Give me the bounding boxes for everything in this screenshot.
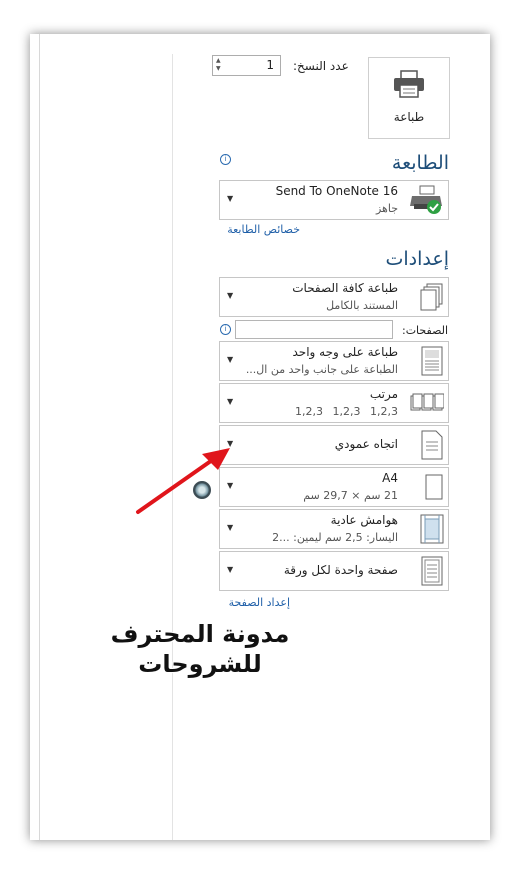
dropdown-arrow-icon: ▼ bbox=[227, 523, 234, 532]
dropdown-arrow-icon: ▼ bbox=[227, 194, 234, 203]
paper-size-subtitle: 21 سم × 29,7 سم bbox=[303, 489, 398, 502]
sides-subtitle: الطباعة على جانب واحد من ال... bbox=[245, 363, 398, 376]
pages-input[interactable] bbox=[235, 320, 393, 339]
pages-icon bbox=[420, 283, 443, 311]
sides-dropdown[interactable]: ▼ طباعة على وجه واحد الطباعة على جانب وا… bbox=[219, 341, 449, 381]
print-what-subtitle: المستند بالكامل bbox=[326, 299, 398, 312]
stepper-arrows-icon[interactable]: ▲ ▼ bbox=[216, 57, 224, 73]
pages-per-sheet-icon bbox=[421, 556, 443, 586]
mouse-cursor-icon bbox=[193, 481, 211, 499]
settings-heading: إعدادات bbox=[385, 248, 450, 270]
print-button-label: طباعة bbox=[393, 110, 425, 124]
collate-title: مرتب bbox=[369, 387, 398, 401]
printer-device-icon bbox=[410, 185, 442, 214]
dropdown-arrow-icon: ▼ bbox=[227, 565, 234, 574]
collate-subtitle: 1,2,3 1,2,3 1,2,3 bbox=[295, 405, 398, 418]
collate-dropdown[interactable]: ▼ مرتب 1,2,3 1,2,3 1,2,3 bbox=[219, 383, 449, 423]
copies-stepper[interactable]: 1 ▲ ▼ bbox=[212, 55, 281, 76]
dropdown-arrow-icon: ▼ bbox=[227, 355, 234, 364]
sides-title: طباعة على وجه واحد bbox=[292, 345, 399, 359]
watermark-line2: للشروحات bbox=[138, 650, 262, 678]
portrait-icon bbox=[421, 430, 443, 460]
margins-icon bbox=[420, 514, 444, 544]
pages-label: الصفحات: bbox=[402, 324, 449, 337]
print-what-dropdown[interactable]: ▼ طباعة كافة الصفحات المستند بالكامل bbox=[219, 277, 449, 317]
left-strip bbox=[30, 34, 40, 840]
printer-name: Send To OneNote 16 bbox=[275, 184, 398, 198]
paper-size-icon bbox=[425, 474, 443, 500]
watermark-line1: مدونة المحترف bbox=[110, 620, 290, 648]
printer-properties-link[interactable]: خصائص الطابعة bbox=[227, 223, 300, 236]
margins-title: هوامش عادية bbox=[330, 513, 398, 527]
printer-icon bbox=[394, 70, 424, 98]
annotation-arrow-icon bbox=[136, 448, 230, 514]
print-backstage-panel: عدد النسخ: 1 ▲ ▼ طباعة الطابعة i ▼ Send T… bbox=[30, 34, 490, 840]
print-button[interactable]: طباعة bbox=[368, 57, 450, 139]
print-what-title: طباعة كافة الصفحات bbox=[292, 281, 398, 295]
margins-subtitle: اليسار: 2,5 سم ليمين: ...2 bbox=[272, 531, 398, 544]
paper-size-title: A4 bbox=[382, 471, 398, 485]
paper-size-dropdown[interactable]: ▼ A4 21 سم × 29,7 سم bbox=[219, 467, 449, 507]
page-setup-link[interactable]: إعداد الصفحة bbox=[229, 596, 290, 609]
printer-status: جاهز bbox=[375, 202, 398, 215]
pages-per-sheet-dropdown[interactable]: ▼ صفحة واحدة لكل ورقة bbox=[219, 551, 449, 591]
single-sided-icon bbox=[421, 346, 443, 376]
pages-per-sheet-title: صفحة واحدة لكل ورقة bbox=[283, 563, 398, 577]
dropdown-arrow-icon: ▼ bbox=[227, 397, 234, 406]
info-icon[interactable]: i bbox=[220, 324, 231, 335]
margins-dropdown[interactable]: ▼ هوامش عادية اليسار: 2,5 سم ليمين: ...2 bbox=[219, 509, 449, 549]
printer-heading: الطابعة bbox=[391, 152, 449, 174]
collate-icon bbox=[410, 393, 444, 411]
copies-value: 1 bbox=[266, 58, 274, 72]
orientation-dropdown[interactable]: ▼ اتجاه عمودي bbox=[219, 425, 449, 465]
info-icon[interactable]: i bbox=[220, 154, 231, 165]
watermark: مدونة المحترف للشروحات bbox=[100, 619, 300, 679]
copies-label: عدد النسخ: bbox=[293, 59, 349, 73]
printer-dropdown[interactable]: ▼ Send To OneNote 16 جاهز bbox=[219, 180, 449, 220]
dropdown-arrow-icon: ▼ bbox=[227, 291, 234, 300]
orientation-title: اتجاه عمودي bbox=[334, 437, 398, 451]
